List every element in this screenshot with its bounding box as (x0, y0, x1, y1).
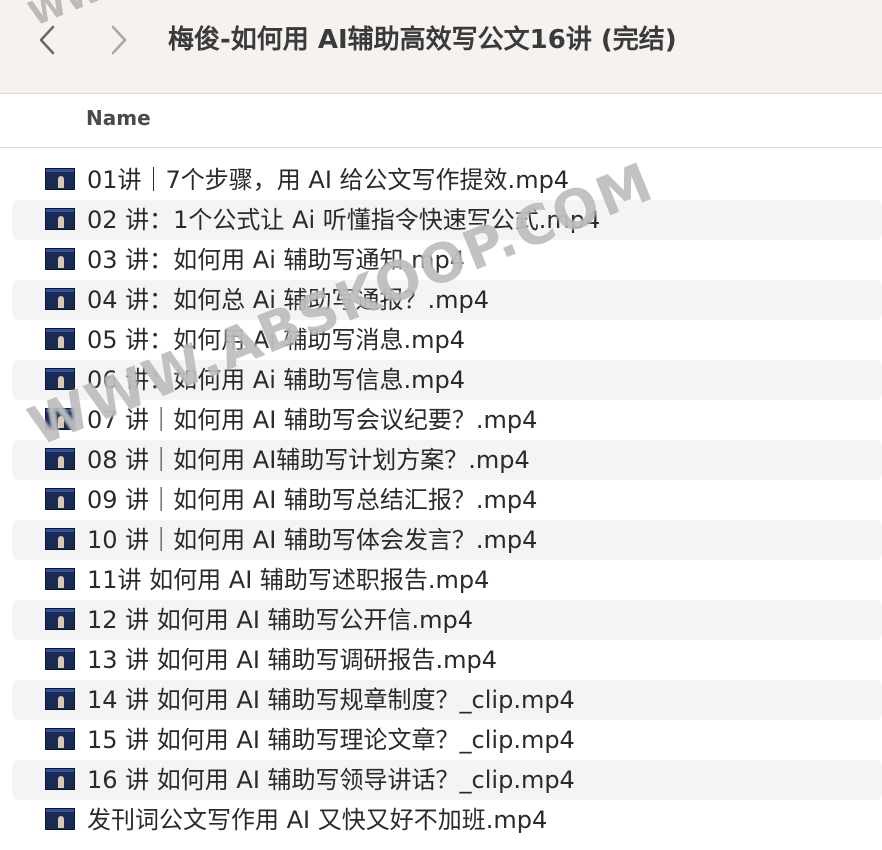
file-name: 08 讲｜如何用 AI辅助写计划方案？.mp4 (87, 446, 530, 474)
video-thumbnail-icon (45, 408, 75, 430)
video-thumbnail-icon (45, 648, 75, 670)
file-list: 01讲｜7个步骤，用 AI 给公文写作提效.mp4 02 讲：1个公式让 Ai … (0, 160, 882, 840)
video-thumbnail-icon (45, 488, 75, 510)
video-thumbnail-icon (45, 248, 75, 270)
chevron-left-icon (39, 25, 55, 55)
file-row[interactable]: 06 讲：如何用 Ai 辅助写信息.mp4 (12, 360, 882, 400)
chevron-right-icon (111, 25, 127, 55)
file-row[interactable]: 03 讲：如何用 Ai 辅助写通知.mp4 (0, 240, 882, 280)
video-thumbnail-icon (45, 368, 75, 390)
video-thumbnail-icon (45, 808, 75, 830)
file-name: 07 讲｜如何用 AI 辅助写会议纪要？.mp4 (87, 406, 538, 434)
window-title: 梅俊-如何用 AI辅助高效写公文16讲 (完结) (168, 25, 677, 55)
video-thumbnail-icon (45, 608, 75, 630)
file-name: 01讲｜7个步骤，用 AI 给公文写作提效.mp4 (87, 166, 570, 194)
file-row[interactable]: 04 讲：如何总 Ai 辅助写通报？.mp4 (12, 280, 882, 320)
video-thumbnail-icon (45, 208, 75, 230)
file-name: 13 讲 如何用 AI 辅助写调研报告.mp4 (87, 646, 498, 674)
file-name: 14 讲 如何用 AI 辅助写规章制度？_clip.mp4 (87, 686, 575, 714)
video-thumbnail-icon (45, 448, 75, 470)
video-thumbnail-icon (45, 528, 75, 550)
file-name: 12 讲 如何用 AI 辅助写公开信.mp4 (87, 606, 474, 634)
file-row[interactable]: 05 讲：如何用 Ai 辅助写消息.mp4 (0, 320, 882, 360)
file-row[interactable]: 02 讲：1个公式让 Ai 听懂指令快速写公式.mp4 (12, 200, 882, 240)
video-thumbnail-icon (45, 768, 75, 790)
file-name: 03 讲：如何用 Ai 辅助写通知.mp4 (87, 246, 466, 274)
video-thumbnail-icon (45, 568, 75, 590)
file-name: 09 讲｜如何用 AI 辅助写总结汇报？.mp4 (87, 486, 538, 514)
file-row[interactable]: 16 讲 如何用 AI 辅助写领导讲话？_clip.mp4 (12, 760, 882, 800)
file-name: 02 讲：1个公式让 Ai 听懂指令快速写公式.mp4 (87, 206, 601, 234)
file-row[interactable]: 08 讲｜如何用 AI辅助写计划方案？.mp4 (12, 440, 882, 480)
file-row[interactable]: 12 讲 如何用 AI 辅助写公开信.mp4 (12, 600, 882, 640)
window-toolbar: 梅俊-如何用 AI辅助高效写公文16讲 (完结) (0, 0, 882, 94)
file-row[interactable]: 07 讲｜如何用 AI 辅助写会议纪要？.mp4 (0, 400, 882, 440)
file-row[interactable]: 09 讲｜如何用 AI 辅助写总结汇报？.mp4 (0, 480, 882, 520)
file-name: 16 讲 如何用 AI 辅助写领导讲话？_clip.mp4 (87, 766, 575, 794)
file-row[interactable]: 发刊词公文写作用 AI 又快又好不加班.mp4 (0, 800, 882, 840)
video-thumbnail-icon (45, 328, 75, 350)
file-row[interactable]: 13 讲 如何用 AI 辅助写调研报告.mp4 (0, 640, 882, 680)
file-name: 04 讲：如何总 Ai 辅助写通报？.mp4 (87, 286, 490, 314)
video-thumbnail-icon (45, 288, 75, 310)
file-row[interactable]: 15 讲 如何用 AI 辅助写理论文章？_clip.mp4 (0, 720, 882, 760)
file-row[interactable]: 01讲｜7个步骤，用 AI 给公文写作提效.mp4 (0, 160, 882, 200)
file-name: 15 讲 如何用 AI 辅助写理论文章？_clip.mp4 (87, 726, 575, 754)
file-name: 11讲 如何用 AI 辅助写述职报告.mp4 (87, 566, 490, 594)
video-thumbnail-icon (45, 688, 75, 710)
file-name: 06 讲：如何用 Ai 辅助写信息.mp4 (87, 366, 466, 394)
back-button[interactable] (32, 22, 62, 58)
file-name: 05 讲：如何用 Ai 辅助写消息.mp4 (87, 326, 466, 354)
file-row[interactable]: 10 讲｜如何用 AI 辅助写体会发言？.mp4 (12, 520, 882, 560)
forward-button[interactable] (104, 22, 134, 58)
file-name: 10 讲｜如何用 AI 辅助写体会发言？.mp4 (87, 526, 538, 554)
video-thumbnail-icon (45, 728, 75, 750)
column-header-name[interactable]: Name (86, 106, 151, 130)
video-thumbnail-icon (45, 168, 75, 190)
column-header-row: Name (0, 94, 882, 148)
file-row[interactable]: 11讲 如何用 AI 辅助写述职报告.mp4 (0, 560, 882, 600)
file-row[interactable]: 14 讲 如何用 AI 辅助写规章制度？_clip.mp4 (12, 680, 882, 720)
file-name: 发刊词公文写作用 AI 又快又好不加班.mp4 (87, 806, 548, 834)
